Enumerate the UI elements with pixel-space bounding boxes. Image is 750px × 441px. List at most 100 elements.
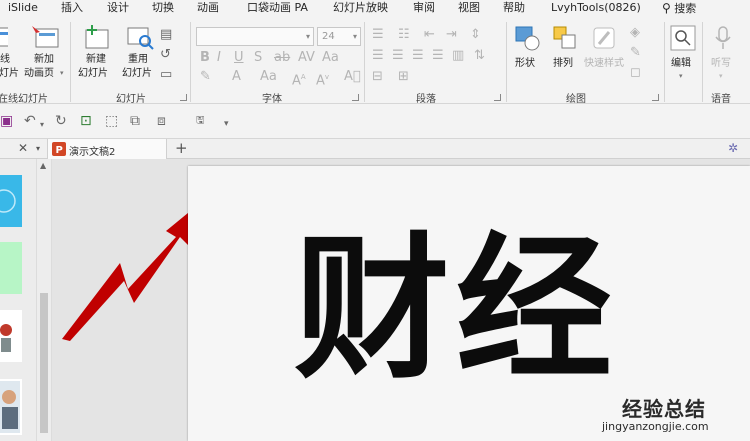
tab-transitions[interactable]: 切换 xyxy=(152,1,174,15)
thumbnail-photo-icon xyxy=(0,324,12,352)
arrange-button[interactable]: 排列 xyxy=(550,24,580,86)
group-separator xyxy=(364,22,365,102)
increase-indent-icon[interactable]: ⇥ xyxy=(446,28,457,42)
font-color-icon[interactable]: A xyxy=(232,70,241,84)
svg-text:P: P xyxy=(56,145,63,156)
scrollbar-thumb[interactable] xyxy=(40,293,48,433)
increase-font-icon[interactable]: AA xyxy=(292,70,306,88)
shapes-icon xyxy=(515,26,540,51)
thumbnail-scrollbar[interactable]: ▲ xyxy=(36,159,52,441)
italic-icon[interactable]: I xyxy=(217,51,221,65)
shapes-button[interactable]: 形状 xyxy=(512,24,542,86)
text-direction-icon[interactable]: ⇅ xyxy=(474,49,485,63)
slide-thumbnail[interactable] xyxy=(0,310,22,362)
redo-icon[interactable]: ↻ xyxy=(55,113,67,129)
arrange-icon xyxy=(553,26,576,49)
slide-thumbnail[interactable] xyxy=(0,379,22,435)
align-text-icon[interactable]: ⊟ xyxy=(372,70,383,84)
dictate-button[interactable]: 听写 ▾ xyxy=(708,24,738,86)
align-right-icon[interactable]: ☰ xyxy=(412,49,424,63)
tab-pocket-animation[interactable]: 口袋动画 PA xyxy=(247,1,308,15)
character-spacing-icon[interactable]: AV xyxy=(298,51,315,65)
select-pane-icon[interactable]: ⬚ xyxy=(105,113,118,129)
chevron-down-icon[interactable]: ▾ xyxy=(36,144,40,153)
highlight-icon[interactable]: ✎ xyxy=(200,70,211,84)
customize-toolbar-icon[interactable]: ▾ xyxy=(224,116,229,132)
slide-title-text[interactable]: 财经 xyxy=(294,224,618,394)
layout-icon[interactable]: ▤ xyxy=(160,28,172,42)
new-page-icon xyxy=(32,26,59,48)
shape-fill-icon[interactable]: ◈ xyxy=(630,26,640,40)
tab-review[interactable]: 审阅 xyxy=(413,1,435,15)
font-size-combo[interactable]: 24 ▾ xyxy=(317,27,361,46)
paragraph-group-launcher[interactable] xyxy=(494,94,501,101)
drawing-group-launcher[interactable] xyxy=(652,94,659,101)
quick-styles-button[interactable]: 快速样式 xyxy=(584,24,624,86)
new-slide-button[interactable]: 新建 幻灯片 xyxy=(76,24,118,86)
powerpoint-file-icon: P xyxy=(52,142,66,156)
underline-icon[interactable]: U xyxy=(234,51,244,65)
justify-icon[interactable]: ☰ xyxy=(432,49,444,63)
columns-icon[interactable]: ▥ xyxy=(452,49,464,63)
reset-slide-icon[interactable]: ↺ xyxy=(160,48,171,62)
change-case-icon[interactable]: Aa xyxy=(322,51,339,65)
scroll-up-icon[interactable]: ▲ xyxy=(40,161,46,170)
line-spacing-icon[interactable]: ⇕ xyxy=(470,28,481,42)
align-center-icon[interactable]: ☰ xyxy=(392,49,404,63)
online-slides-label-top: 线 xyxy=(0,54,10,65)
slide-thumbnail[interactable] xyxy=(0,242,22,294)
new-page-label-top: 新加 xyxy=(34,54,54,65)
group-separator xyxy=(70,22,71,102)
bullets-icon[interactable]: ☰ xyxy=(372,28,384,42)
smartart-icon[interactable]: ⊞ xyxy=(398,70,409,84)
font-group-launcher[interactable] xyxy=(352,94,359,101)
decrease-font-icon[interactable]: Av xyxy=(316,70,329,88)
tab-islide[interactable]: iSlide xyxy=(8,1,38,15)
reuse-slides-button[interactable]: 重用 幻灯片 xyxy=(121,24,159,86)
tab-slideshow[interactable]: 幻灯片放映 xyxy=(333,1,388,15)
slide-thumbnails-pane xyxy=(0,159,36,441)
section-icon[interactable]: ▭ xyxy=(160,68,172,82)
chevron-down-icon: ▾ xyxy=(719,72,723,80)
new-tab-icon[interactable]: + xyxy=(175,139,188,157)
strikethrough-icon[interactable]: ab xyxy=(274,51,290,65)
slides-group-launcher[interactable] xyxy=(180,94,187,101)
shape-effects-icon[interactable]: ◻ xyxy=(630,66,641,80)
align-left-icon[interactable]: ☰ xyxy=(372,49,384,63)
tab-help[interactable]: 帮助 xyxy=(503,1,525,15)
editing-button[interactable]: 编辑 ▾ xyxy=(668,24,698,86)
chevron-down-icon[interactable]: ▾ xyxy=(40,117,44,133)
tab-design[interactable]: 设计 xyxy=(107,1,129,15)
tab-lvyhtools[interactable]: LvyhTools(0826) xyxy=(551,1,641,15)
undo-icon[interactable]: ↶ xyxy=(24,113,36,129)
clear-format-icon[interactable]: A⃠ xyxy=(344,70,361,84)
online-slides-button[interactable]: 线 灯片 xyxy=(0,24,19,84)
quick-access-toolbar: ▣ ↶ ▾ ↻ ⊡ ⬚ ⧉ ⧈ 🖫 ▾ xyxy=(0,104,750,139)
online-slides-label-bottom: 灯片 xyxy=(0,68,19,79)
extension-icon[interactable]: ✲ xyxy=(728,141,738,155)
bold-icon[interactable]: B xyxy=(200,51,210,65)
tab-animations[interactable]: 动画 xyxy=(197,1,219,15)
group-objects-icon[interactable]: ⧉ xyxy=(130,113,140,129)
decrease-indent-icon[interactable]: ⇤ xyxy=(424,28,435,42)
group-separator xyxy=(702,22,703,102)
bring-forward-icon[interactable]: ⧈ xyxy=(157,113,166,129)
close-icon[interactable]: ✕ xyxy=(18,141,28,155)
export-png-icon[interactable]: 🖫 xyxy=(196,113,205,129)
watermark-url: jingyanzongjie.com xyxy=(602,420,709,433)
save-icon[interactable]: ▣ xyxy=(0,113,13,129)
grow-font-icon[interactable]: Aa xyxy=(260,70,277,84)
present-icon[interactable]: ⊡ xyxy=(80,113,92,129)
document-tab[interactable]: P 演示文稿2 xyxy=(47,139,167,159)
shadow-icon[interactable]: S xyxy=(254,51,262,65)
shape-outline-icon[interactable]: ✎ xyxy=(630,46,641,60)
search-box[interactable]: ⚲ 搜索 xyxy=(662,1,696,16)
editing-label: 编辑 xyxy=(671,58,691,69)
font-name-combo[interactable]: ▾ xyxy=(196,27,314,46)
tab-insert[interactable]: 插入 xyxy=(61,1,83,15)
numbering-icon[interactable]: ☷ xyxy=(398,28,410,42)
new-animation-page-button[interactable]: 新加 动画页 ▾ xyxy=(24,24,66,86)
slide-thumbnail[interactable] xyxy=(0,175,22,227)
chevron-down-icon: ▾ xyxy=(679,72,683,80)
tab-view[interactable]: 视图 xyxy=(458,1,480,15)
